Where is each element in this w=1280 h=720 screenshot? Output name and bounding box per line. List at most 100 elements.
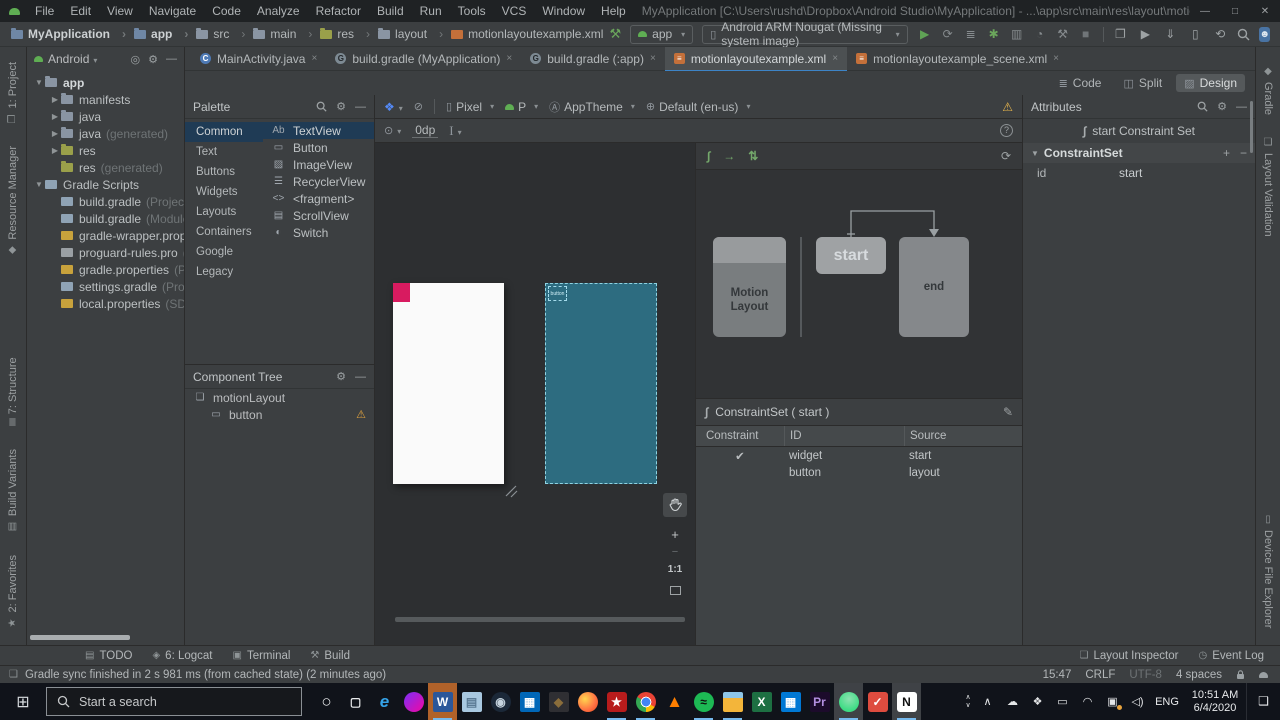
paint3d-icon[interactable] bbox=[399, 683, 428, 720]
maximize-button[interactable]: □ bbox=[1220, 6, 1250, 17]
tab-build-gradle-project[interactable]: G build.gradle (MyApplication) × bbox=[326, 47, 521, 71]
constraint-table-row[interactable]: button layout bbox=[696, 464, 1022, 481]
device-picker[interactable]: ▯ Pixel bbox=[446, 100, 494, 114]
zoom-in-button[interactable]: + bbox=[663, 523, 687, 545]
status-item[interactable]: CRLF bbox=[1085, 669, 1115, 681]
help-icon[interactable]: ? bbox=[1000, 124, 1013, 137]
palette-cat-widgets[interactable]: Widgets bbox=[185, 182, 263, 202]
zoom-ratio-button[interactable]: 1:1 bbox=[663, 559, 687, 579]
game-icon[interactable]: ◆ bbox=[544, 683, 573, 720]
device-manager-icon[interactable]: ▯ bbox=[1187, 27, 1203, 41]
tool-tab-favorites[interactable]: ★ 2: Favorites bbox=[7, 555, 19, 628]
notion-icon[interactable]: N bbox=[892, 683, 921, 720]
crumb-src[interactable]: src bbox=[195, 27, 252, 41]
mode-split[interactable]: ◫ Split bbox=[1115, 74, 1170, 92]
minimize-panel-icon[interactable]: — bbox=[355, 101, 366, 113]
cortana-icon[interactable]: ○ bbox=[312, 683, 341, 720]
palette-item-fragment[interactable]: <> <fragment> bbox=[263, 190, 374, 207]
button-widget[interactable] bbox=[393, 283, 410, 302]
minimize-panel-icon[interactable]: — bbox=[355, 371, 366, 383]
crumb-file[interactable]: motionlayoutexample.xml bbox=[450, 27, 609, 41]
event-log-button[interactable]: ◷ Event Log bbox=[1198, 650, 1264, 662]
tool-tab-build-variants[interactable]: ▤ Build Variants bbox=[7, 449, 19, 532]
calculator-icon[interactable]: ▦ bbox=[515, 683, 544, 720]
menu-item[interactable]: Code bbox=[204, 0, 249, 22]
spotify-icon[interactable]: ≈ bbox=[689, 683, 718, 720]
create-constraint-set-icon[interactable]: ∫ bbox=[707, 149, 710, 163]
vlc-icon[interactable]: ▲ bbox=[660, 683, 689, 720]
terminal-button[interactable]: ▣ Terminal bbox=[233, 650, 291, 662]
blueprint-view-phone[interactable]: button bbox=[545, 283, 657, 484]
todo-button[interactable]: ▤ TODO bbox=[85, 650, 132, 662]
device-select[interactable]: ▯ Android ARM Nougat (Missing system ima… bbox=[702, 20, 908, 48]
locate-file-icon[interactable]: ◎ bbox=[131, 53, 141, 66]
tab-motionlayoutexample[interactable]: ≡ motionlayoutexample.xml × bbox=[664, 46, 848, 72]
locale-picker[interactable]: ⊕ Default (en-us) bbox=[646, 100, 751, 114]
expand-arrow-icon[interactable]: ▶ bbox=[49, 146, 61, 155]
palette-cat-google[interactable]: Google bbox=[185, 242, 263, 262]
language-indicator[interactable]: ENG bbox=[1150, 696, 1184, 708]
action-center-icon[interactable]: ❑ bbox=[1246, 683, 1280, 720]
status-item[interactable]: 15:47 bbox=[1043, 669, 1072, 681]
palette-cat-text[interactable]: Text bbox=[185, 142, 263, 162]
crumb-main[interactable]: main bbox=[252, 27, 319, 41]
build-button[interactable]: ⚒ Build bbox=[310, 650, 350, 662]
close-tab-icon[interactable]: × bbox=[832, 53, 838, 64]
close-tab-icon[interactable]: × bbox=[650, 53, 656, 64]
lint-warning-icon[interactable]: ⚠ bbox=[1002, 100, 1013, 114]
status-item[interactable]: 4 spaces bbox=[1176, 669, 1222, 681]
constraintset-section-header[interactable]: ▼ ConstraintSet + − bbox=[1023, 143, 1255, 163]
build-hammer-icon[interactable]: ⚒ bbox=[609, 26, 621, 42]
expand-arrow-icon[interactable]: ▼ bbox=[33, 180, 45, 189]
layout-inspector-button[interactable]: ❏ Layout Inspector bbox=[1079, 650, 1178, 662]
start-button[interactable]: ⊞ bbox=[0, 683, 46, 720]
button-widget-blueprint[interactable]: button bbox=[548, 286, 567, 301]
settings-icon[interactable]: ⚙ bbox=[148, 53, 158, 66]
apply-changes-button[interactable]: ⟳ bbox=[940, 27, 956, 41]
palette-cat-legacy[interactable]: Legacy bbox=[185, 262, 263, 282]
file-explorer-icon[interactable] bbox=[718, 683, 747, 720]
tab-build-gradle-app[interactable]: G build.gradle (:app) × bbox=[521, 47, 665, 71]
expand-arrow-icon[interactable]: ▶ bbox=[49, 112, 61, 121]
menu-item[interactable]: Edit bbox=[62, 0, 99, 22]
tab-mainactivity[interactable]: C MainActivity.java × bbox=[191, 47, 326, 71]
chat-icon[interactable]: ▣ bbox=[1100, 695, 1125, 710]
close-tab-icon[interactable]: × bbox=[1053, 53, 1059, 64]
column-constraint[interactable]: Constraint bbox=[696, 430, 784, 442]
menu-item[interactable]: Analyze bbox=[249, 0, 308, 22]
component-button[interactable]: ▭ button ⚠ bbox=[185, 406, 374, 423]
tree-local-properties[interactable]: local.properties (SDK Location) bbox=[27, 295, 184, 312]
remove-attribute-icon[interactable]: − bbox=[1240, 146, 1247, 160]
onedrive-icon[interactable]: ☁ bbox=[1000, 695, 1025, 708]
default-margin-field[interactable]: 0dp bbox=[412, 123, 439, 138]
motion-layout-card[interactable]: Motion Layout bbox=[713, 237, 786, 337]
steam-icon[interactable]: ◉ bbox=[486, 683, 515, 720]
expand-arrow-icon[interactable]: ▼ bbox=[33, 78, 45, 87]
tree-java[interactable]: ▶ java bbox=[27, 108, 184, 125]
taskbar-clock[interactable]: 10:51 AM 6/4/2020 bbox=[1184, 689, 1246, 715]
wunderlist-icon[interactable]: ★ bbox=[602, 683, 631, 720]
avd-manager-icon[interactable]: ▶ bbox=[1137, 27, 1153, 41]
tree-res-generated[interactable]: res (generated) bbox=[27, 159, 184, 176]
constraint-set-end-card[interactable]: end bbox=[899, 237, 969, 337]
debug-button[interactable]: ✱ bbox=[986, 27, 1002, 41]
palette-item-scrollview[interactable]: ▤ ScrollView bbox=[263, 207, 374, 224]
mode-design[interactable]: ▨ Design bbox=[1176, 74, 1245, 92]
stop-button[interactable]: ■ bbox=[1078, 27, 1094, 41]
run-config-select[interactable]: app bbox=[630, 24, 694, 44]
design-view-phone[interactable] bbox=[393, 283, 504, 484]
search-icon[interactable] bbox=[1197, 101, 1208, 112]
crumb-res[interactable]: res bbox=[319, 27, 377, 41]
mode-code[interactable]: ≣ Code bbox=[1051, 74, 1110, 92]
design-canvas[interactable]: button + − 1:1 bbox=[375, 143, 695, 645]
background-tasks-icon[interactable]: ❑ bbox=[9, 669, 18, 680]
search-everywhere-icon[interactable] bbox=[1237, 28, 1250, 41]
volume-icon[interactable]: ◁) bbox=[1125, 695, 1150, 708]
vertical-scrollbar-thumb[interactable] bbox=[1250, 101, 1253, 153]
constraint-table-row[interactable]: ✔ widget start bbox=[696, 447, 1022, 464]
palette-item-textview[interactable]: Ab TextView bbox=[263, 122, 374, 139]
crumb-app[interactable]: app bbox=[133, 27, 195, 41]
column-source[interactable]: Source bbox=[904, 426, 1022, 446]
add-attribute-icon[interactable]: + bbox=[1223, 146, 1230, 160]
cycle-layout-icon[interactable]: ⟳ bbox=[1001, 149, 1011, 163]
